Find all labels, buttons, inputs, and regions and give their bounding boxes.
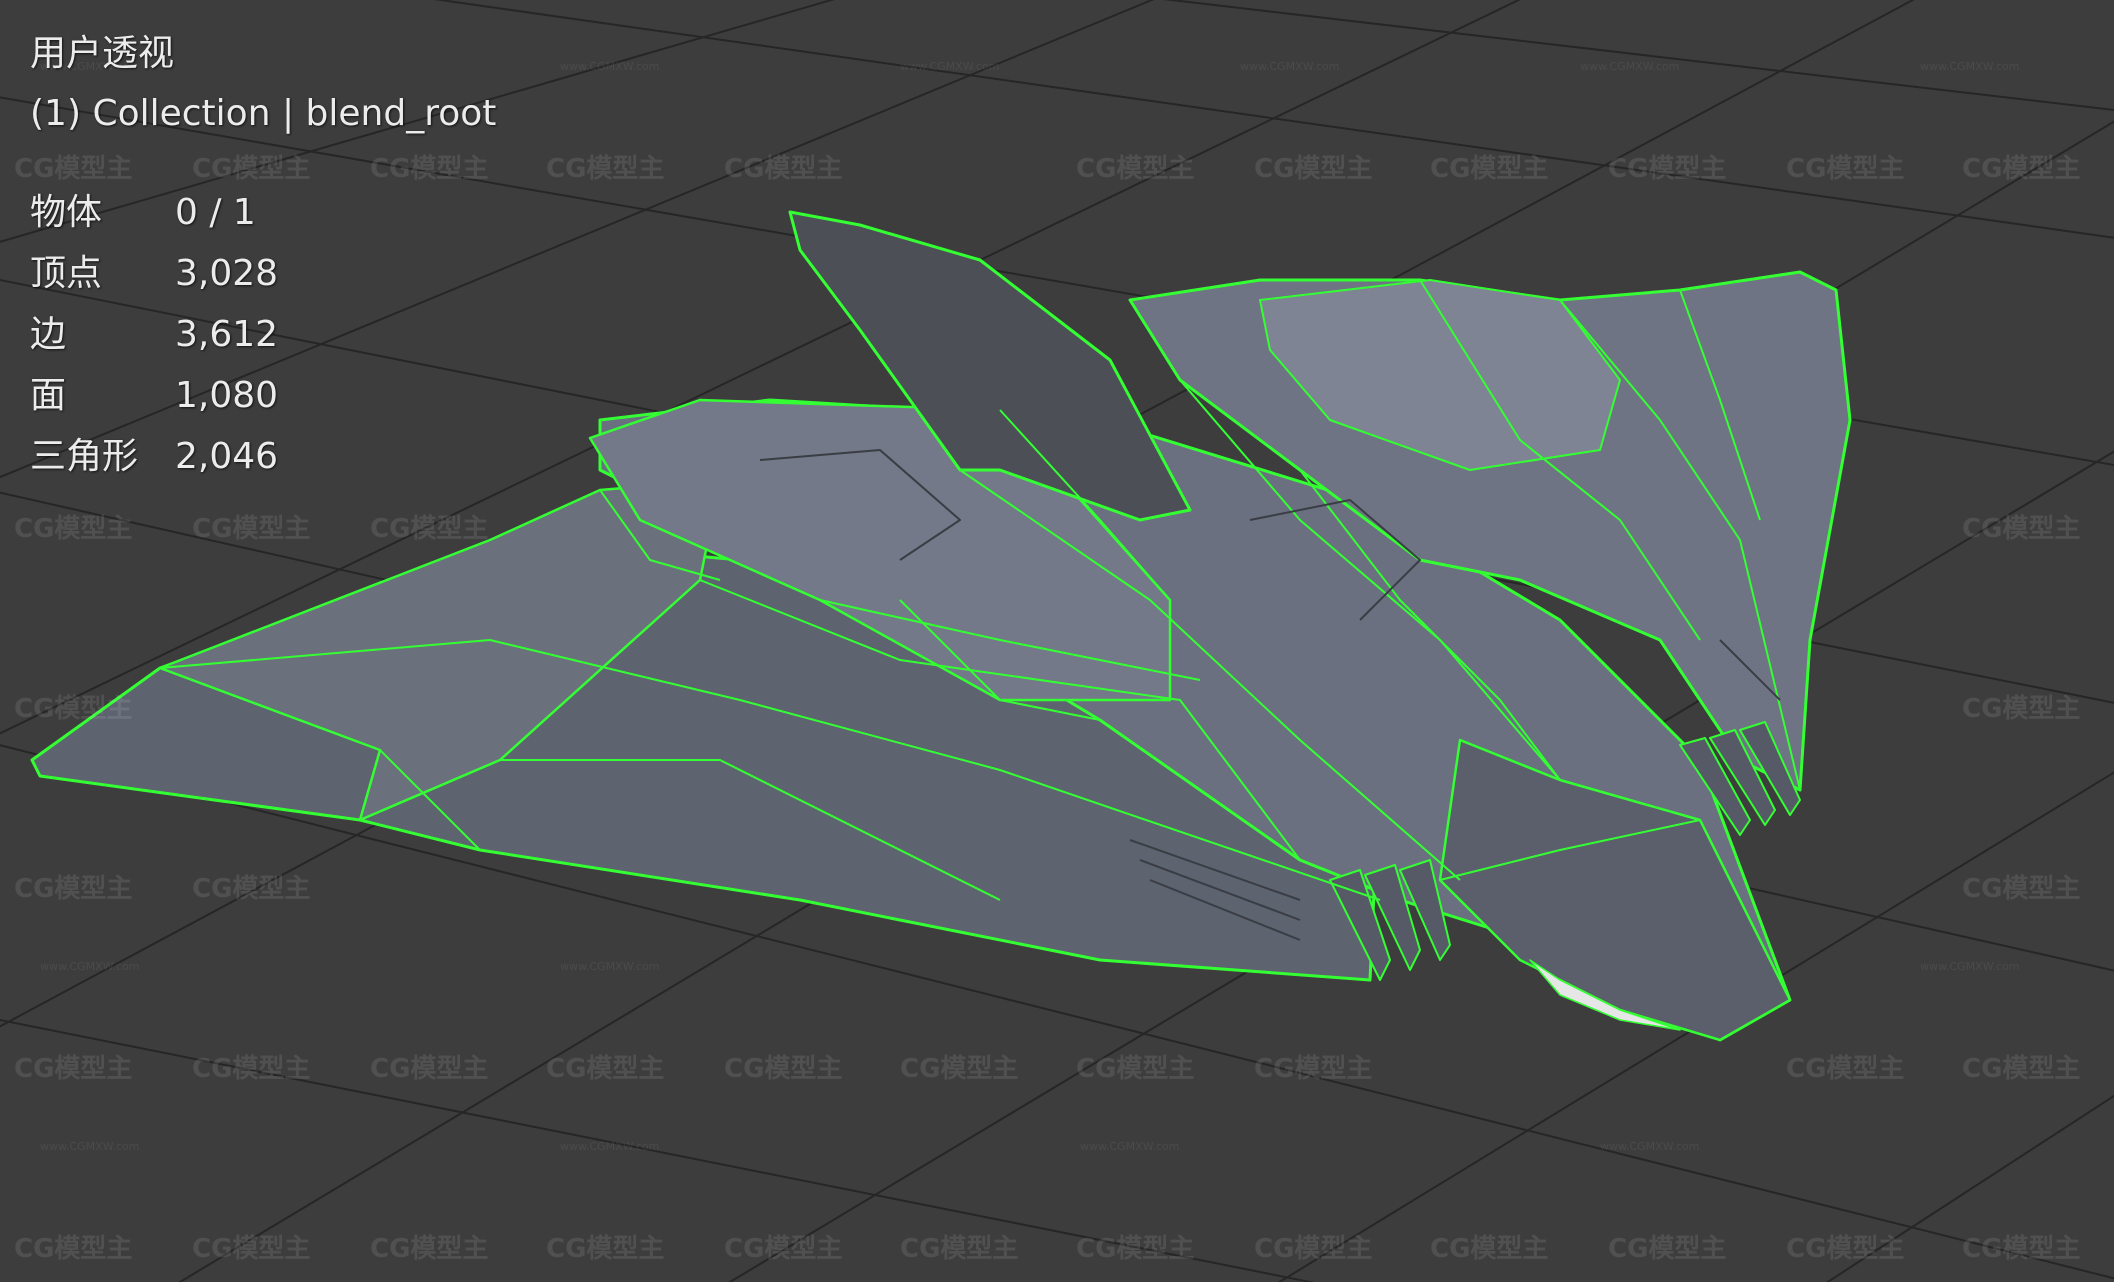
stat-label: 顶点 — [30, 253, 103, 294]
stat-value: 2,046 — [175, 436, 279, 477]
stat-row-faces: 面 1,080 — [30, 365, 278, 426]
stat-value: 3,028 — [175, 253, 279, 294]
stat-row-objects: 物体 0 / 1 — [30, 182, 278, 243]
view-name: 用户透视 — [30, 33, 175, 74]
scene-statistics: 物体 0 / 1 顶点 3,028 边 3,612 面 1,080 三角形 2,… — [30, 182, 278, 487]
stat-label: 边 — [30, 314, 67, 355]
stat-row-triangles: 三角形 2,046 — [30, 426, 278, 487]
stat-value: 3,612 — [175, 314, 279, 355]
stat-label: 物体 — [30, 192, 103, 233]
3d-viewport[interactable]: CG模型主 CG模型主 CG模型主 CG模型主 CG模型主 CG模型主 CG模型… — [0, 0, 2114, 1282]
stat-row-vertices: 顶点 3,028 — [30, 243, 278, 304]
collection-label: (1) Collection | blend_root — [30, 93, 497, 134]
viewport-info-overlay: 用户透视 (1) Collection | blend_root 物体 0 / … — [30, 28, 496, 487]
stat-row-edges: 边 3,612 — [30, 304, 278, 365]
stat-label: 三角形 — [30, 436, 139, 477]
stat-value: 1,080 — [175, 375, 279, 416]
stat-value: 0 / 1 — [175, 192, 256, 233]
stat-label: 面 — [30, 375, 67, 416]
